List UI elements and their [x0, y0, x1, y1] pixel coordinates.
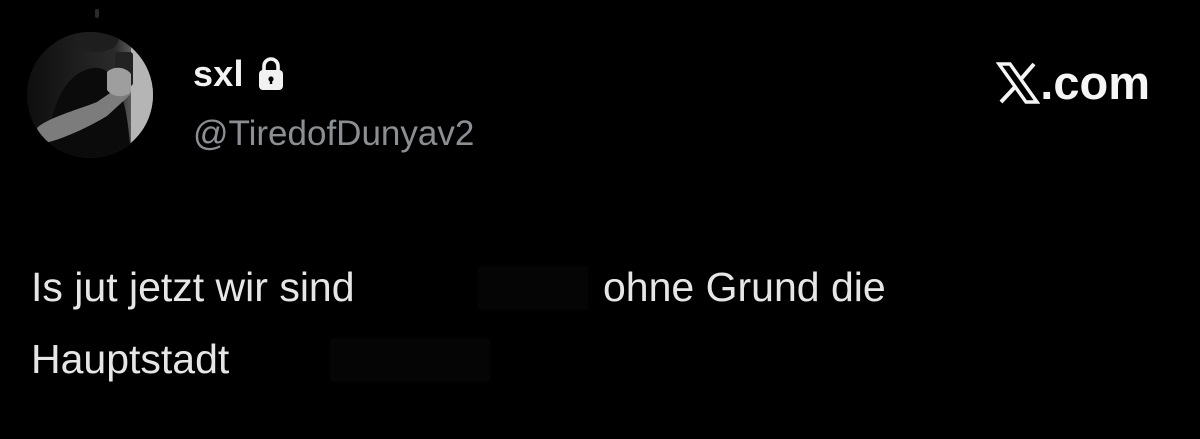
- tweet-card: sxl @TiredofDunyav2 .com Is jut jetzt wi…: [0, 0, 1200, 439]
- redacted-block: [330, 338, 490, 382]
- lock-icon: [256, 56, 286, 92]
- redacted-block: [478, 266, 588, 310]
- x-logo-icon: [996, 61, 1041, 105]
- brand-domain: .com: [1040, 56, 1150, 109]
- avatar[interactable]: [27, 32, 153, 158]
- display-name[interactable]: sxl: [193, 52, 244, 96]
- profile-photo: [27, 32, 153, 158]
- decorative-dot: [95, 9, 99, 18]
- tweet-text-line1-part1: Is jut jetzt wir sind: [31, 264, 355, 310]
- display-name-row[interactable]: sxl: [193, 52, 286, 96]
- x-brand: .com: [996, 55, 1150, 111]
- tweet-text-line2: Hauptstadt: [31, 336, 230, 382]
- tweet-text-line1-part2: ohne Grund die: [603, 264, 886, 310]
- user-handle[interactable]: @TiredofDunyav2: [193, 112, 474, 156]
